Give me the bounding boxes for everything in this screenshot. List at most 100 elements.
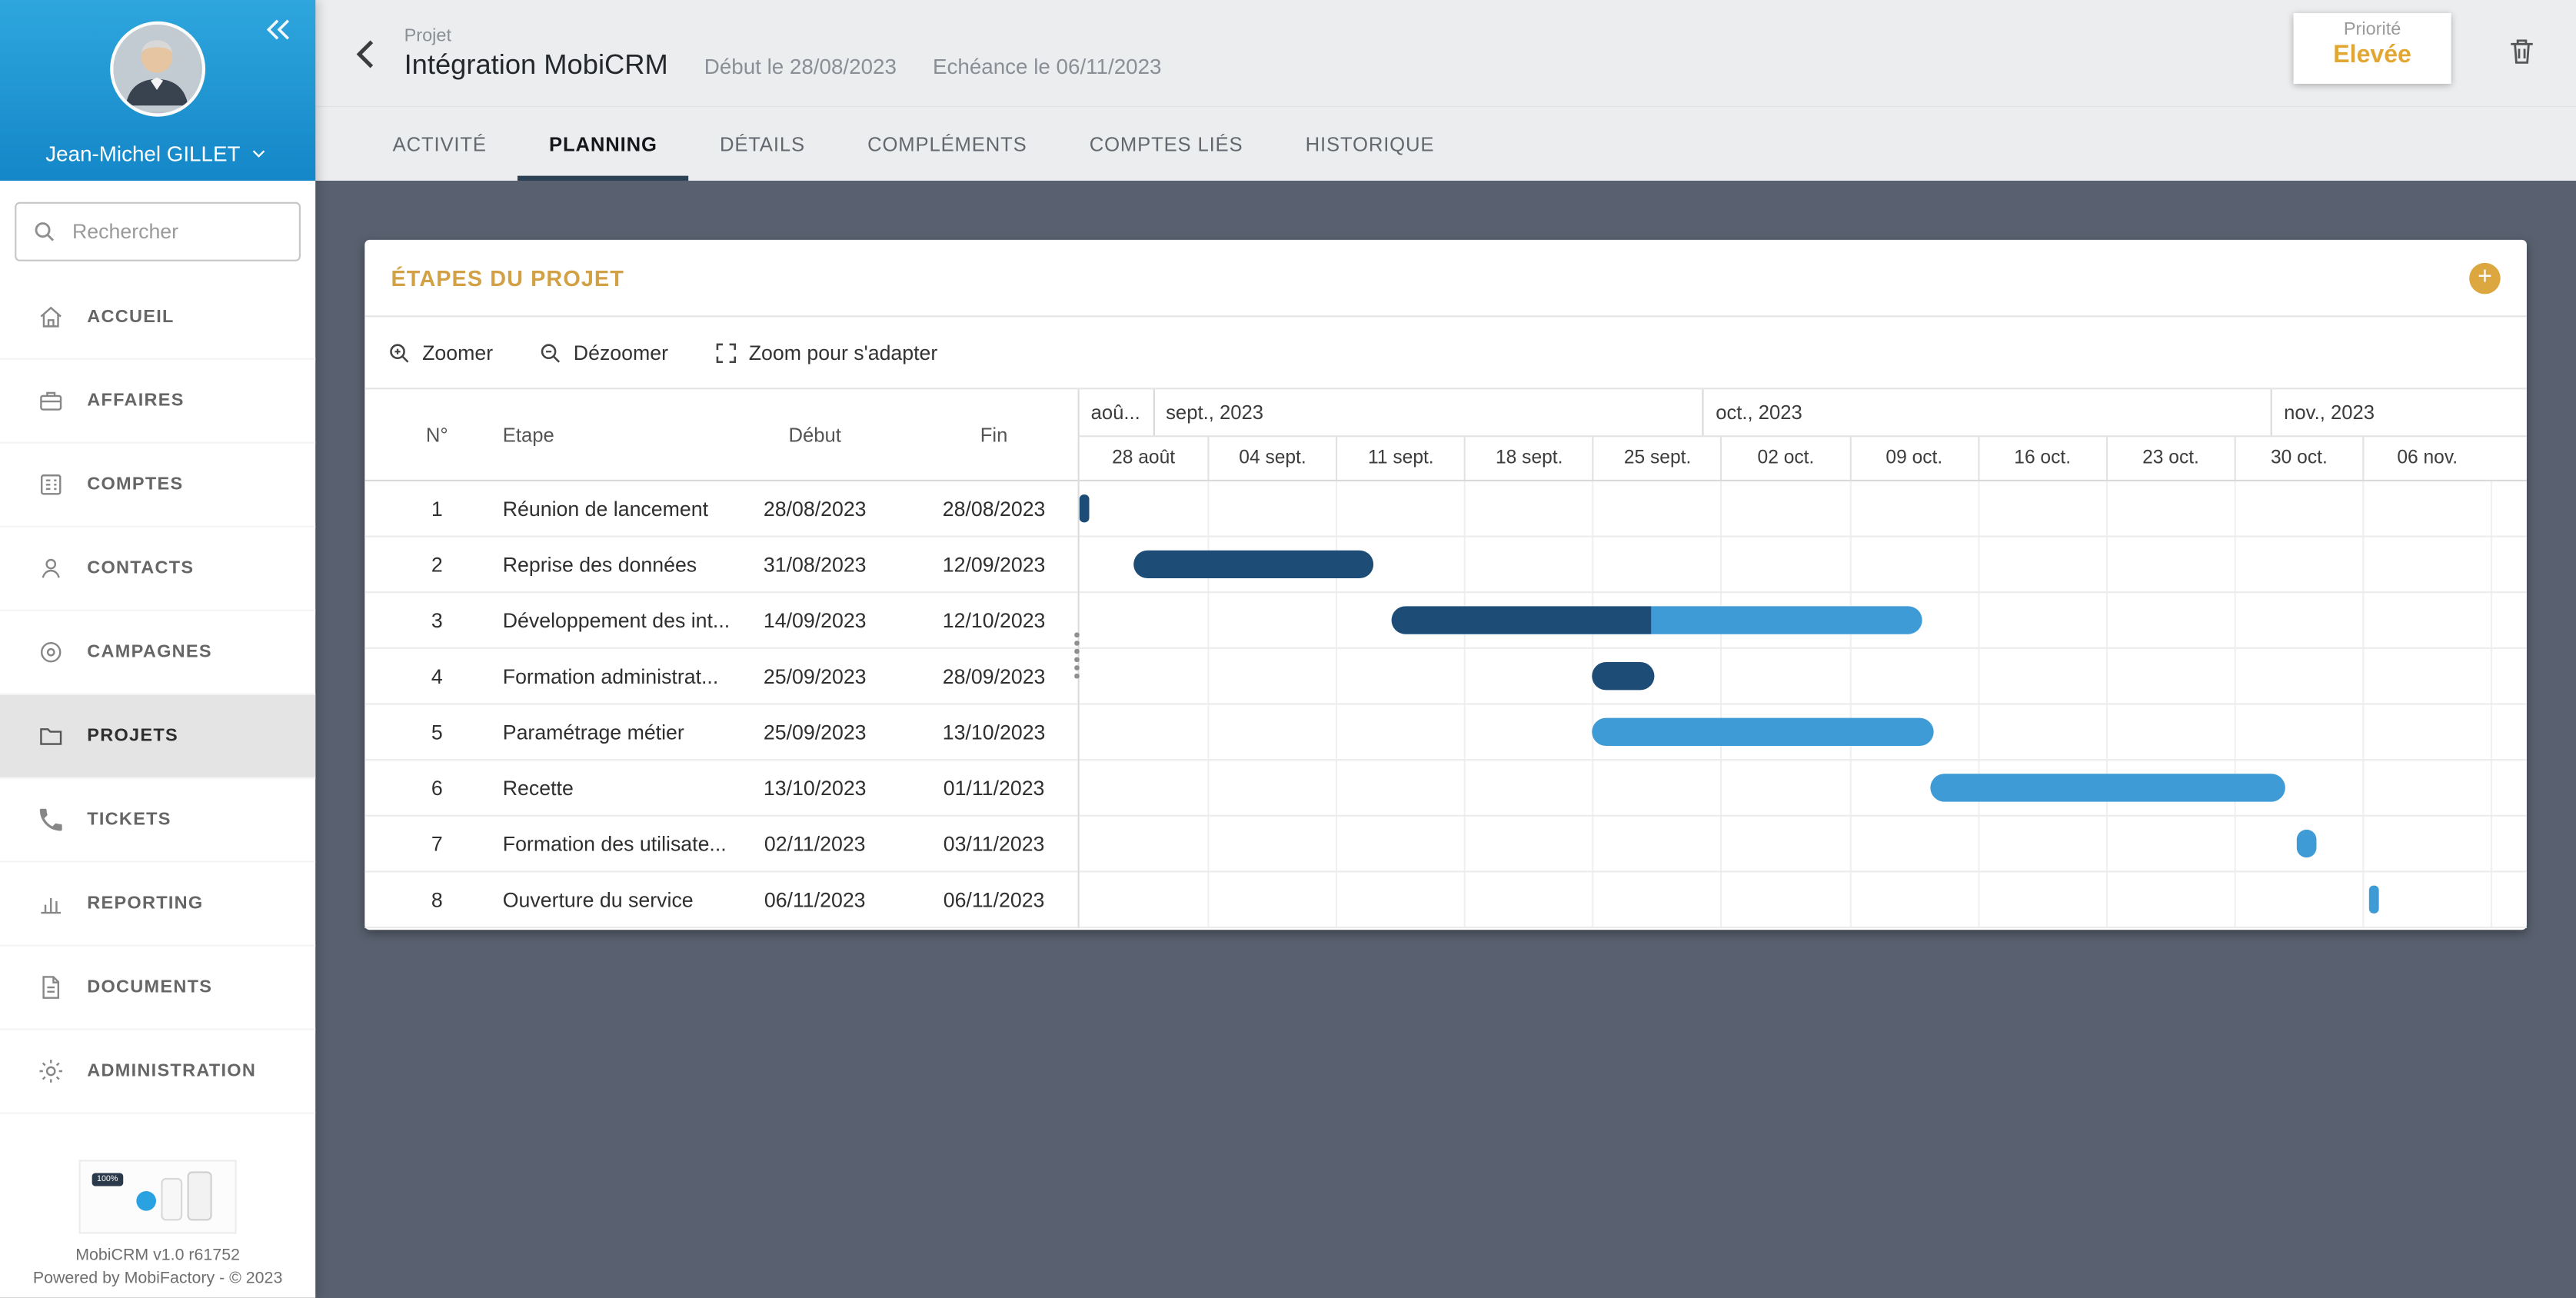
tab-details[interactable]: DÉTAILS <box>688 107 836 181</box>
sidebar-item-contacts[interactable]: CONTACTS <box>0 528 315 611</box>
step-num: 5 <box>404 721 470 744</box>
table-row[interactable]: 3Développement des int...14/09/202312/10… <box>364 593 1077 649</box>
gantt-bar[interactable] <box>1930 774 2285 801</box>
gantt-row <box>1080 538 2527 594</box>
sidebar-item-label: ACCUEIL <box>87 308 174 328</box>
logo-badge: 100% <box>92 1173 123 1186</box>
gantt-month-label: sept., 2023 <box>1153 389 1702 435</box>
sidebar-item-comptes[interactable]: COMPTES <box>0 444 315 528</box>
tab-comptes-lies[interactable]: COMPTES LIÉS <box>1058 107 1274 181</box>
sidebar-item-label: AFFAIRES <box>87 391 184 411</box>
sidebar: Jean-Michel GILLET ACCUEIL AFFAIRES COMPTE… <box>0 0 315 1298</box>
table-row[interactable]: 2Reprise des données31/08/202312/09/2023 <box>364 538 1077 594</box>
step-end: 06/11/2023 <box>920 888 1067 911</box>
priority-label: Priorité <box>2294 20 2451 40</box>
sidebar-item-label: COMPTES <box>87 474 183 494</box>
col-step-header: Etape <box>503 423 743 446</box>
add-step-button[interactable]: + <box>2469 262 2501 294</box>
gantt-months: aoû...sept., 2023oct., 2023nov., 2023 <box>1080 389 2527 437</box>
tabs: ACTIVITÉPLANNINGDÉTAILSCOMPLÉMENTSCOMPTE… <box>315 107 2576 181</box>
sidebar-item-affaires[interactable]: AFFAIRES <box>0 360 315 444</box>
step-start: 25/09/2023 <box>749 664 880 687</box>
gantt-chart: aoû...sept., 2023oct., 2023nov., 2023 28… <box>1078 389 2527 928</box>
gantt-bar[interactable] <box>1134 551 1373 578</box>
sidebar-item-tickets[interactable]: TICKETS <box>0 779 315 863</box>
gear-icon <box>36 1057 65 1086</box>
gantt-row <box>1080 760 2527 817</box>
due-date: Echéance le 06/11/2023 <box>933 53 1162 81</box>
sidebar-item-accueil[interactable]: ACCUEIL <box>0 276 315 360</box>
gantt-row <box>1080 649 2527 705</box>
search-input[interactable] <box>15 202 301 261</box>
ledger-icon <box>36 470 65 499</box>
step-num: 1 <box>404 497 470 520</box>
table-row[interactable]: 1Réunion de lancement28/08/202328/08/202… <box>364 481 1077 538</box>
gantt-bar[interactable] <box>2296 830 2316 857</box>
step-start: 06/11/2023 <box>749 888 880 911</box>
sidebar-footer: 100% MobiCRM v1.0 r61752 Powered by Mobi… <box>0 1160 315 1297</box>
zoom-out-icon <box>537 339 564 365</box>
sidebar-item-projets[interactable]: PROJETS <box>0 695 315 779</box>
sidebar-item-administration[interactable]: ADMINISTRATION <box>0 1030 315 1114</box>
table-row[interactable]: 4Formation administrat...25/09/202328/09… <box>364 649 1077 705</box>
table-row[interactable]: 7Formation des utilisate...02/11/202303/… <box>364 817 1077 873</box>
gantt-bar[interactable] <box>1080 494 1089 522</box>
step-start: 28/08/2023 <box>749 497 880 520</box>
priority-card: Priorité Elevée <box>2294 13 2451 84</box>
gantt-week-label: 28 août <box>1080 437 1208 480</box>
document-icon <box>36 973 65 1002</box>
gantt-week-label: 16 oct. <box>1978 437 2106 480</box>
tab-historique[interactable]: HISTORIQUE <box>1274 107 1466 181</box>
gantt-week-label: 02 oct. <box>1721 437 1849 480</box>
table-row[interactable]: 5Paramétrage métier25/09/202313/10/2023 <box>364 705 1077 761</box>
gantt-bar[interactable] <box>1593 718 1933 746</box>
gantt-month-label: nov., 2023 <box>2271 389 2527 435</box>
sidebar-item-reporting[interactable]: REPORTING <box>0 863 315 947</box>
steps-table: N° Etape Début Fin 1Réunion de lancement… <box>364 389 1077 928</box>
step-start: 25/09/2023 <box>749 721 880 744</box>
collapse-sidebar-icon[interactable] <box>260 12 296 48</box>
tab-complements[interactable]: COMPLÉMENTS <box>837 107 1059 181</box>
zoom-in-button[interactable]: Zoomer <box>386 339 493 365</box>
pane-splitter-handle[interactable] <box>1068 633 1087 678</box>
gantt-toolbar: Zoomer Dézoomer Zoom pour s'adapter <box>364 315 2527 389</box>
table-row[interactable]: 6Recette13/10/202301/11/2023 <box>364 760 1077 817</box>
step-num: 3 <box>404 609 470 632</box>
user-menu[interactable]: Jean-Michel GILLET <box>0 141 315 166</box>
search-icon <box>32 218 58 245</box>
sidebar-item-label: REPORTING <box>87 894 203 914</box>
sidebar-header: Jean-Michel GILLET <box>0 0 315 181</box>
user-name: Jean-Michel GILLET <box>45 141 240 166</box>
tab-activite[interactable]: ACTIVITÉ <box>361 107 518 181</box>
gantt-month-label: oct., 2023 <box>1702 389 2271 435</box>
zoom-out-button[interactable]: Dézoomer <box>537 339 668 365</box>
gantt-week-label: 25 sept. <box>1593 437 1721 480</box>
back-icon[interactable] <box>345 32 388 75</box>
start-date: Début le 28/08/2023 <box>704 53 897 81</box>
project-header: Projet Intégration MobiCRM Début le 28/0… <box>315 0 2576 107</box>
gantt-row <box>1080 817 2527 873</box>
step-start: 02/11/2023 <box>749 832 880 855</box>
step-name: Reprise des données <box>503 553 743 576</box>
gantt-month-label: aoû... <box>1080 389 1153 435</box>
zoom-fit-button[interactable]: Zoom pour s'adapter <box>713 339 938 365</box>
avatar[interactable] <box>110 22 205 117</box>
table-row[interactable]: 8Ouverture du service06/11/202306/11/202… <box>364 872 1077 928</box>
gantt-bar[interactable] <box>1593 662 1655 690</box>
project-steps-card: ÉTAPES DU PROJET + Zoomer Dézoome <box>364 240 2527 930</box>
chart-body <box>1080 481 2527 928</box>
gantt-bar[interactable] <box>1391 606 1922 634</box>
zoom-in-icon <box>386 339 412 365</box>
step-num: 7 <box>404 832 470 855</box>
table-body: 1Réunion de lancement28/08/202328/08/202… <box>364 481 1077 928</box>
sidebar-item-label: CONTACTS <box>87 558 194 578</box>
sidebar-item-campagnes[interactable]: CAMPAGNES <box>0 611 315 695</box>
step-end: 03/11/2023 <box>920 832 1067 855</box>
delete-project-icon[interactable] <box>2505 33 2538 69</box>
step-name: Paramétrage métier <box>503 721 743 744</box>
gantt-bar[interactable] <box>2370 886 2379 914</box>
main-area: Projet Intégration MobiCRM Début le 28/0… <box>315 0 2576 1298</box>
powered-by: Powered by MobiFactory - © 2023 <box>0 1270 315 1289</box>
tab-planning[interactable]: PLANNING <box>518 107 688 181</box>
sidebar-item-documents[interactable]: DOCUMENTS <box>0 947 315 1030</box>
